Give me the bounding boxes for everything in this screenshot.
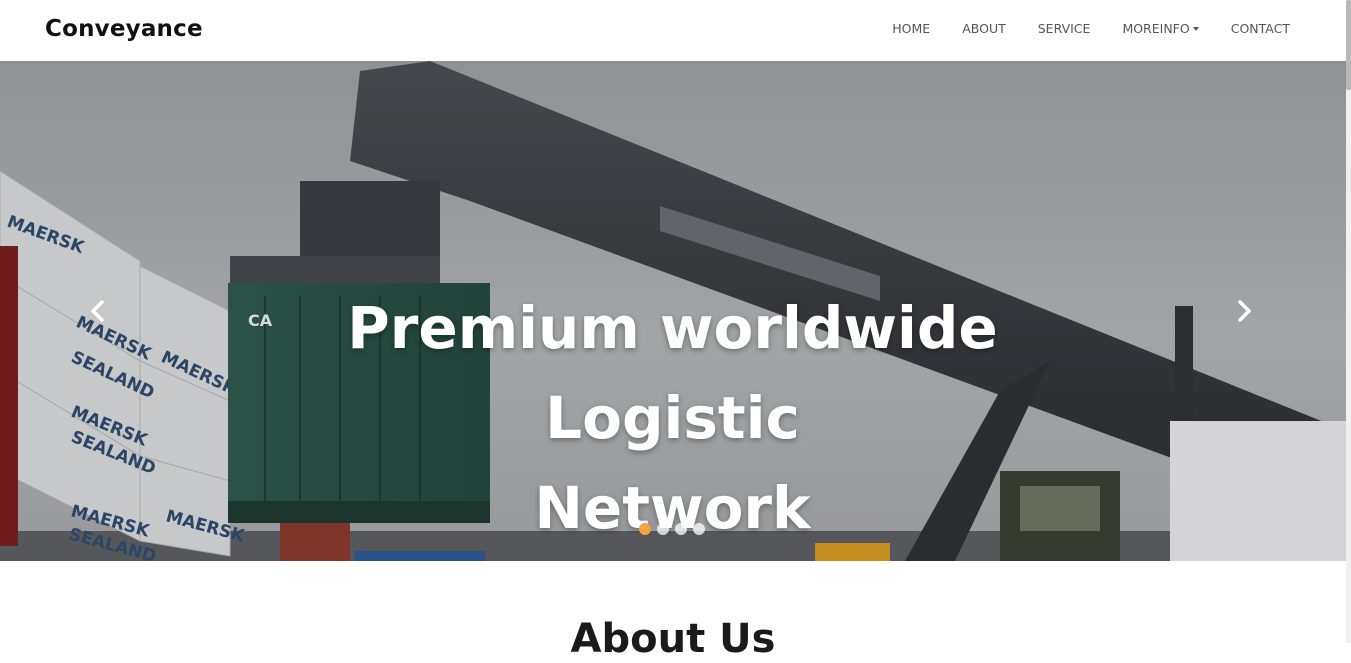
carousel-indicator-2[interactable] [657, 523, 669, 535]
brand-logo[interactable]: Conveyance [45, 16, 203, 42]
carousel-indicator-4[interactable] [693, 523, 705, 535]
chevron-right-icon [1238, 300, 1251, 322]
hero-title-line1: Premium worldwide Logistic [347, 294, 998, 452]
nav-dropdown-moreinfo[interactable]: MOREINFO [1122, 21, 1199, 36]
hero-title: Premium worldwide Logistic Network [220, 283, 1125, 553]
hero-carousel: MAERSK MAERSK SEALAND MAERSK SEALAND MAE… [0, 61, 1346, 561]
nav-link-contact[interactable]: CONTACT [1231, 21, 1290, 36]
nav-link-about[interactable]: ABOUT [962, 21, 1006, 36]
nav-menu: HOME ABOUT SERVICE MOREINFO CONTACT [860, 21, 1290, 36]
nav-link-label: HOME [892, 21, 931, 36]
carousel-indicator-1[interactable] [639, 523, 651, 535]
carousel-prev-button[interactable] [84, 297, 112, 325]
page-scrollbar[interactable] [1346, 0, 1351, 643]
about-heading: About Us [570, 616, 776, 662]
chevron-left-icon [91, 300, 104, 322]
nav-link-label: MOREINFO [1122, 21, 1190, 36]
carousel-indicator-3[interactable] [675, 523, 687, 535]
nav-link-label: CONTACT [1230, 21, 1290, 36]
carousel-next-button[interactable] [1230, 297, 1258, 325]
nav-link-label: ABOUT [962, 21, 1006, 36]
nav-link-home[interactable]: HOME [892, 21, 930, 36]
scrollbar-thumb[interactable] [1346, 0, 1351, 90]
navbar: Conveyance HOME ABOUT SERVICE MOREINFO C… [0, 0, 1346, 61]
carousel-indicators [0, 523, 1346, 535]
nav-link-label: SERVICE [1037, 21, 1091, 36]
nav-link-service[interactable]: SERVICE [1038, 21, 1091, 36]
